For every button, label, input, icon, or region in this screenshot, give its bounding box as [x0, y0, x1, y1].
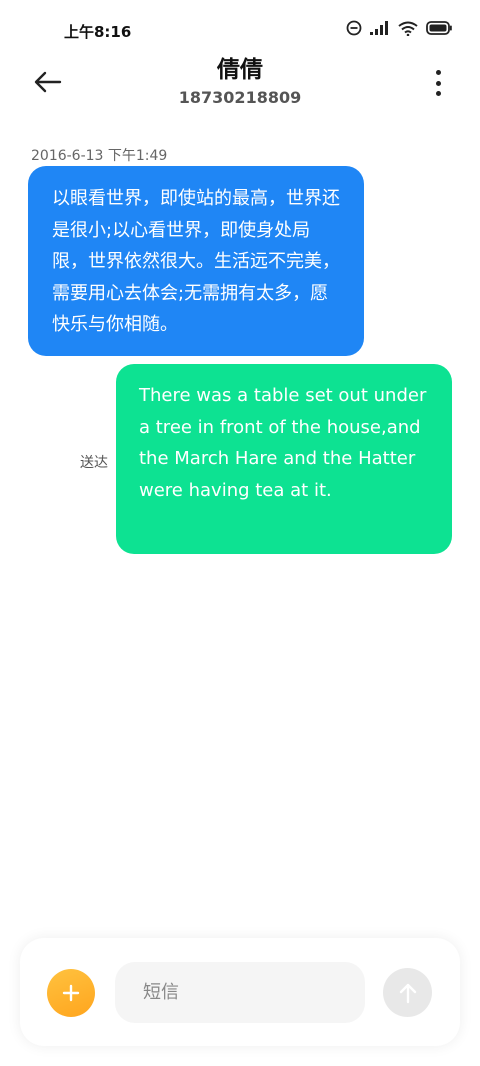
contact-name: 倩倩	[217, 57, 263, 83]
contact-title: 倩倩 18730218809	[0, 56, 480, 108]
message-timestamp: 2016-6-13 下午1:49	[31, 148, 168, 164]
more-vertical-icon	[435, 70, 441, 75]
plus-icon	[62, 984, 80, 1002]
do-not-disturb-icon	[346, 20, 362, 36]
message-text: 以眼看世界，即使站的最高，世界还是很小;以心看世界，即使身处局限，世界依然很大。…	[52, 188, 340, 335]
status-icons	[346, 20, 452, 36]
outgoing-message-bubble[interactable]: There was a table set out under a tree i…	[116, 364, 452, 554]
message-input[interactable]	[115, 962, 365, 1023]
delivery-status: 送达	[80, 455, 108, 471]
message-composer	[20, 938, 460, 1046]
sms-conversation-screen: 上午8:16 倩倩 18730218809 2016-6-13 下午1:49 以…	[0, 0, 480, 1066]
arrow-up-icon	[399, 983, 416, 1003]
send-button[interactable]	[383, 968, 432, 1017]
status-time: 上午8:16	[64, 23, 132, 41]
signal-icon	[370, 21, 390, 35]
battery-icon	[426, 21, 452, 35]
wifi-icon	[398, 21, 418, 36]
more-options-button[interactable]	[426, 68, 450, 98]
add-attachment-button[interactable]	[47, 969, 95, 1017]
incoming-message-bubble[interactable]: 以眼看世界，即使站的最高，世界还是很小;以心看世界，即使身处局限，世界依然很大。…	[28, 166, 364, 356]
conversation-header: 倩倩 18730218809	[0, 52, 480, 116]
message-text: There was a table set out under a tree i…	[139, 385, 427, 501]
contact-number: 18730218809	[178, 88, 302, 107]
